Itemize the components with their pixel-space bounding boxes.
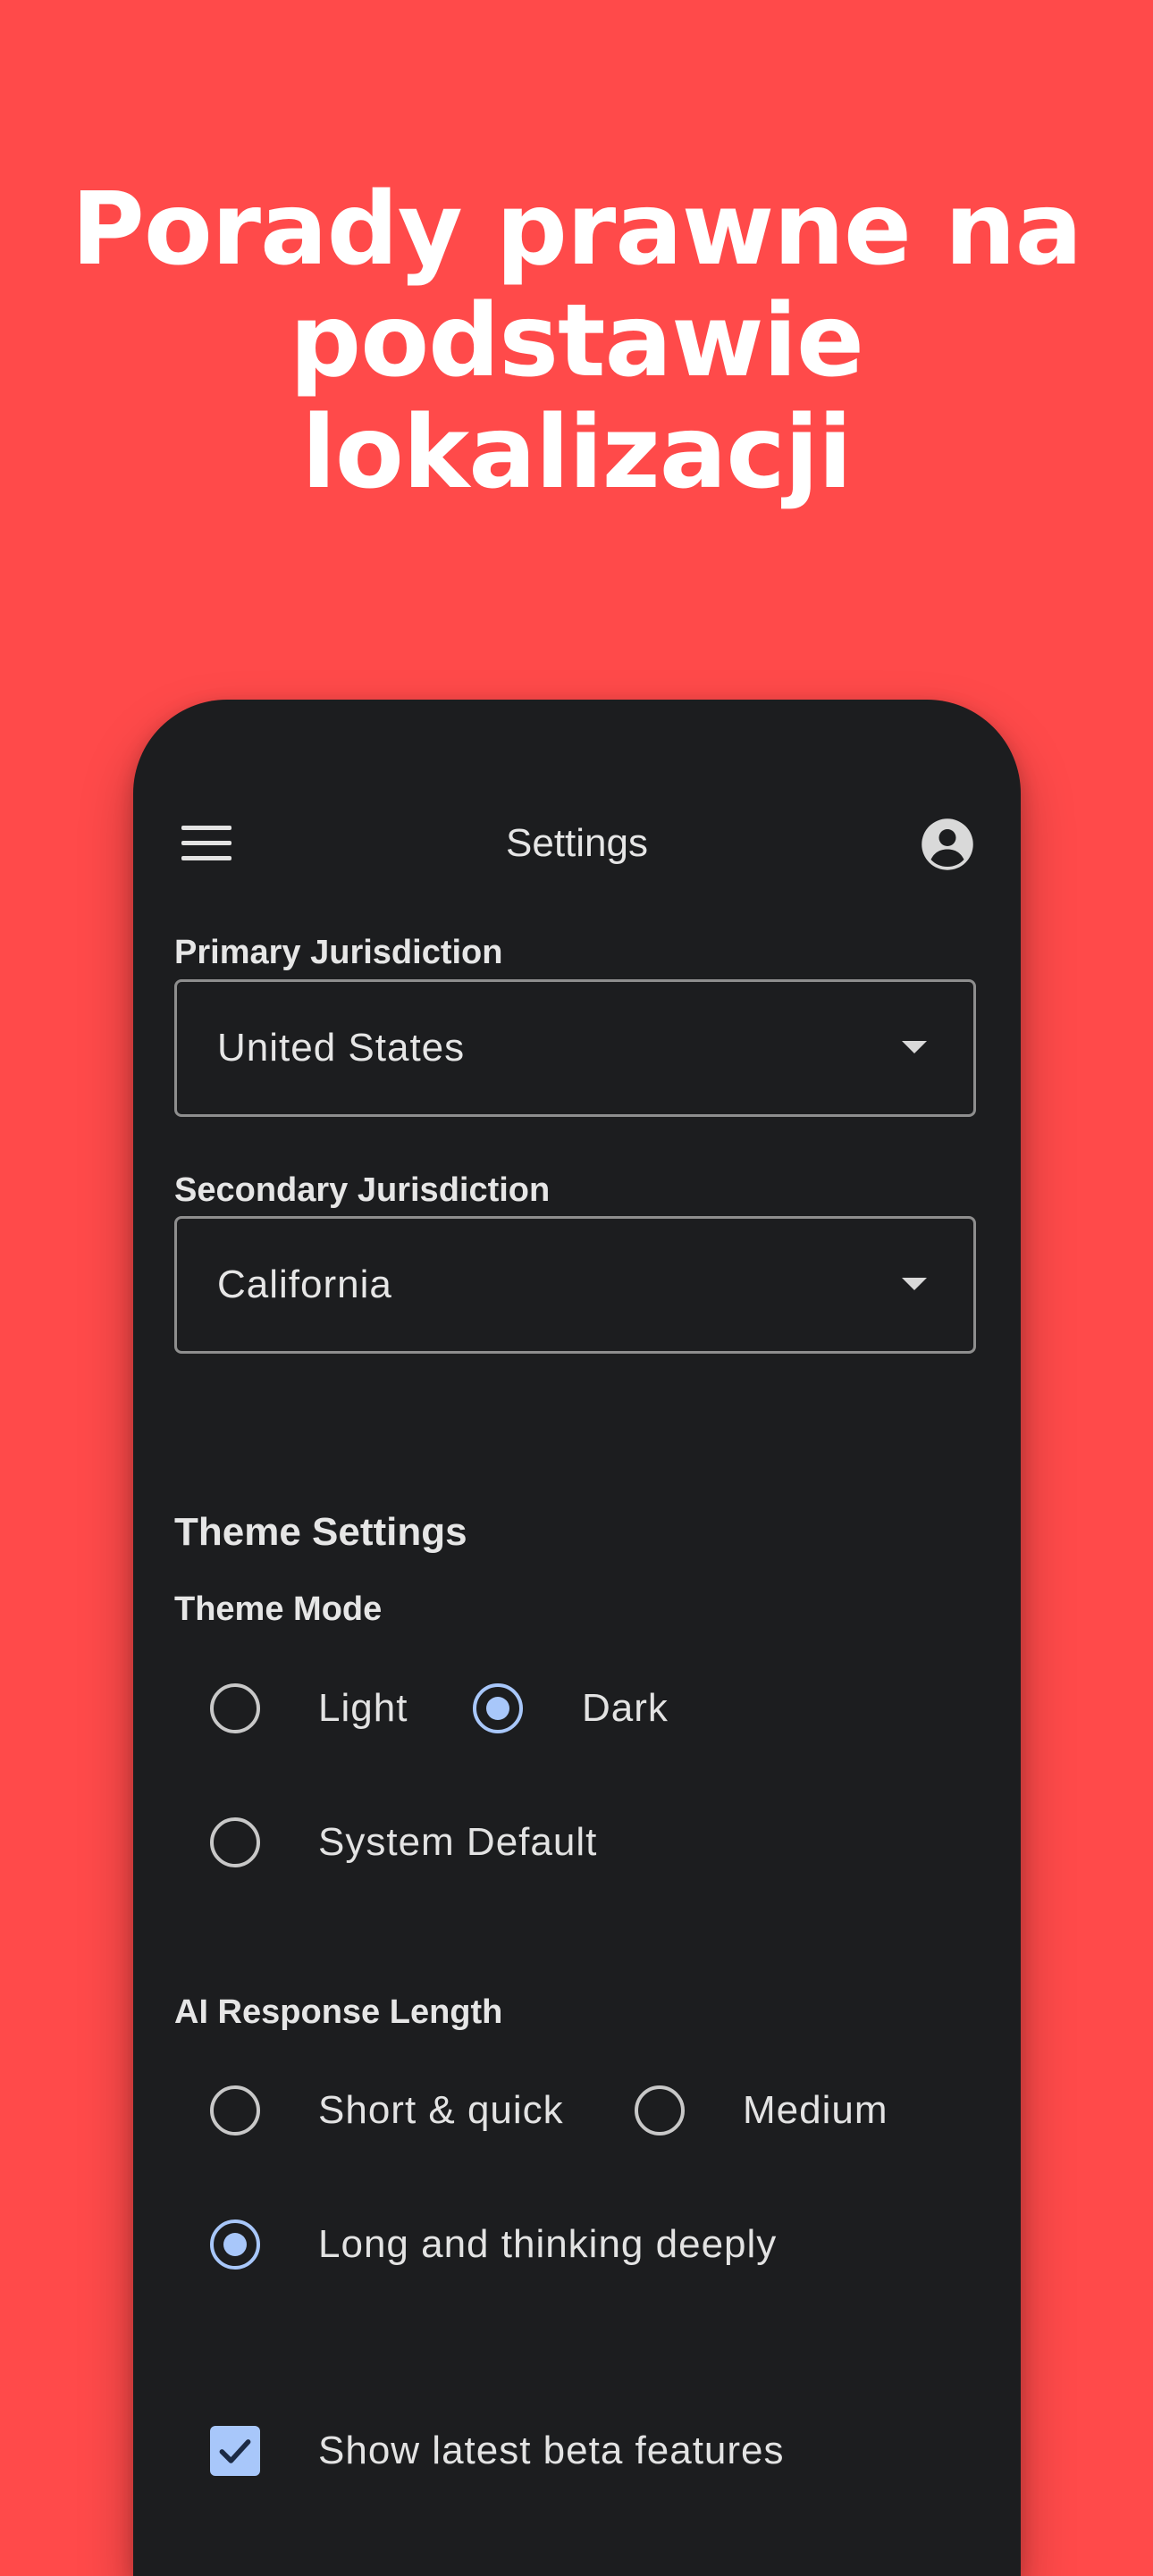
- radio-label-long-deep: Long and thinking deeply: [318, 2222, 778, 2266]
- radio-dark[interactable]: [473, 1683, 523, 1733]
- promo-headline: Porady prawne na podstawie lokalizacji: [0, 174, 1153, 509]
- ai-response-length-label: AI Response Length: [174, 1993, 503, 2031]
- primary-jurisdiction-value: United States: [217, 1026, 466, 1070]
- radio-short-quick[interactable]: [210, 2085, 260, 2135]
- page-title: Settings: [506, 821, 648, 865]
- beta-features-label[interactable]: Show latest beta features: [318, 2426, 785, 2476]
- phone-screen: Settings Primary Jurisdiction United Sta…: [133, 700, 1021, 2576]
- beta-features-checkbox[interactable]: [210, 2426, 260, 2476]
- dropdown-arrow-icon: [902, 1041, 927, 1053]
- checkmark-icon: [219, 2439, 251, 2463]
- radio-light[interactable]: [210, 1683, 260, 1733]
- secondary-jurisdiction-value: California: [217, 1263, 392, 1306]
- dropdown-arrow-icon: [902, 1278, 927, 1290]
- theme-mode-label: Theme Mode: [174, 1590, 383, 1628]
- radio-medium[interactable]: [635, 2085, 685, 2135]
- headline-line-2: podstawie: [290, 283, 864, 399]
- secondary-jurisdiction-label: Secondary Jurisdiction: [174, 1171, 551, 1209]
- theme-settings-heading: Theme Settings: [174, 1510, 467, 1554]
- primary-jurisdiction-label: Primary Jurisdiction: [174, 934, 503, 971]
- radio-label-dark: Dark: [582, 1686, 669, 1730]
- radio-system-default[interactable]: [210, 1817, 260, 1867]
- radio-label-system-default: System Default: [318, 1820, 598, 1864]
- radio-label-light: Light: [318, 1686, 408, 1730]
- primary-jurisdiction-select[interactable]: United States: [174, 979, 976, 1117]
- radio-label-short-quick: Short & quick: [318, 2088, 564, 2132]
- radio-label-medium: Medium: [743, 2088, 888, 2132]
- account-circle-icon[interactable]: [921, 818, 974, 871]
- headline-line-3: lokalizacji: [301, 395, 852, 511]
- headline-line-1: Porady prawne na: [71, 172, 1082, 288]
- radio-long-deep[interactable]: [210, 2219, 260, 2270]
- secondary-jurisdiction-select[interactable]: California: [174, 1216, 976, 1354]
